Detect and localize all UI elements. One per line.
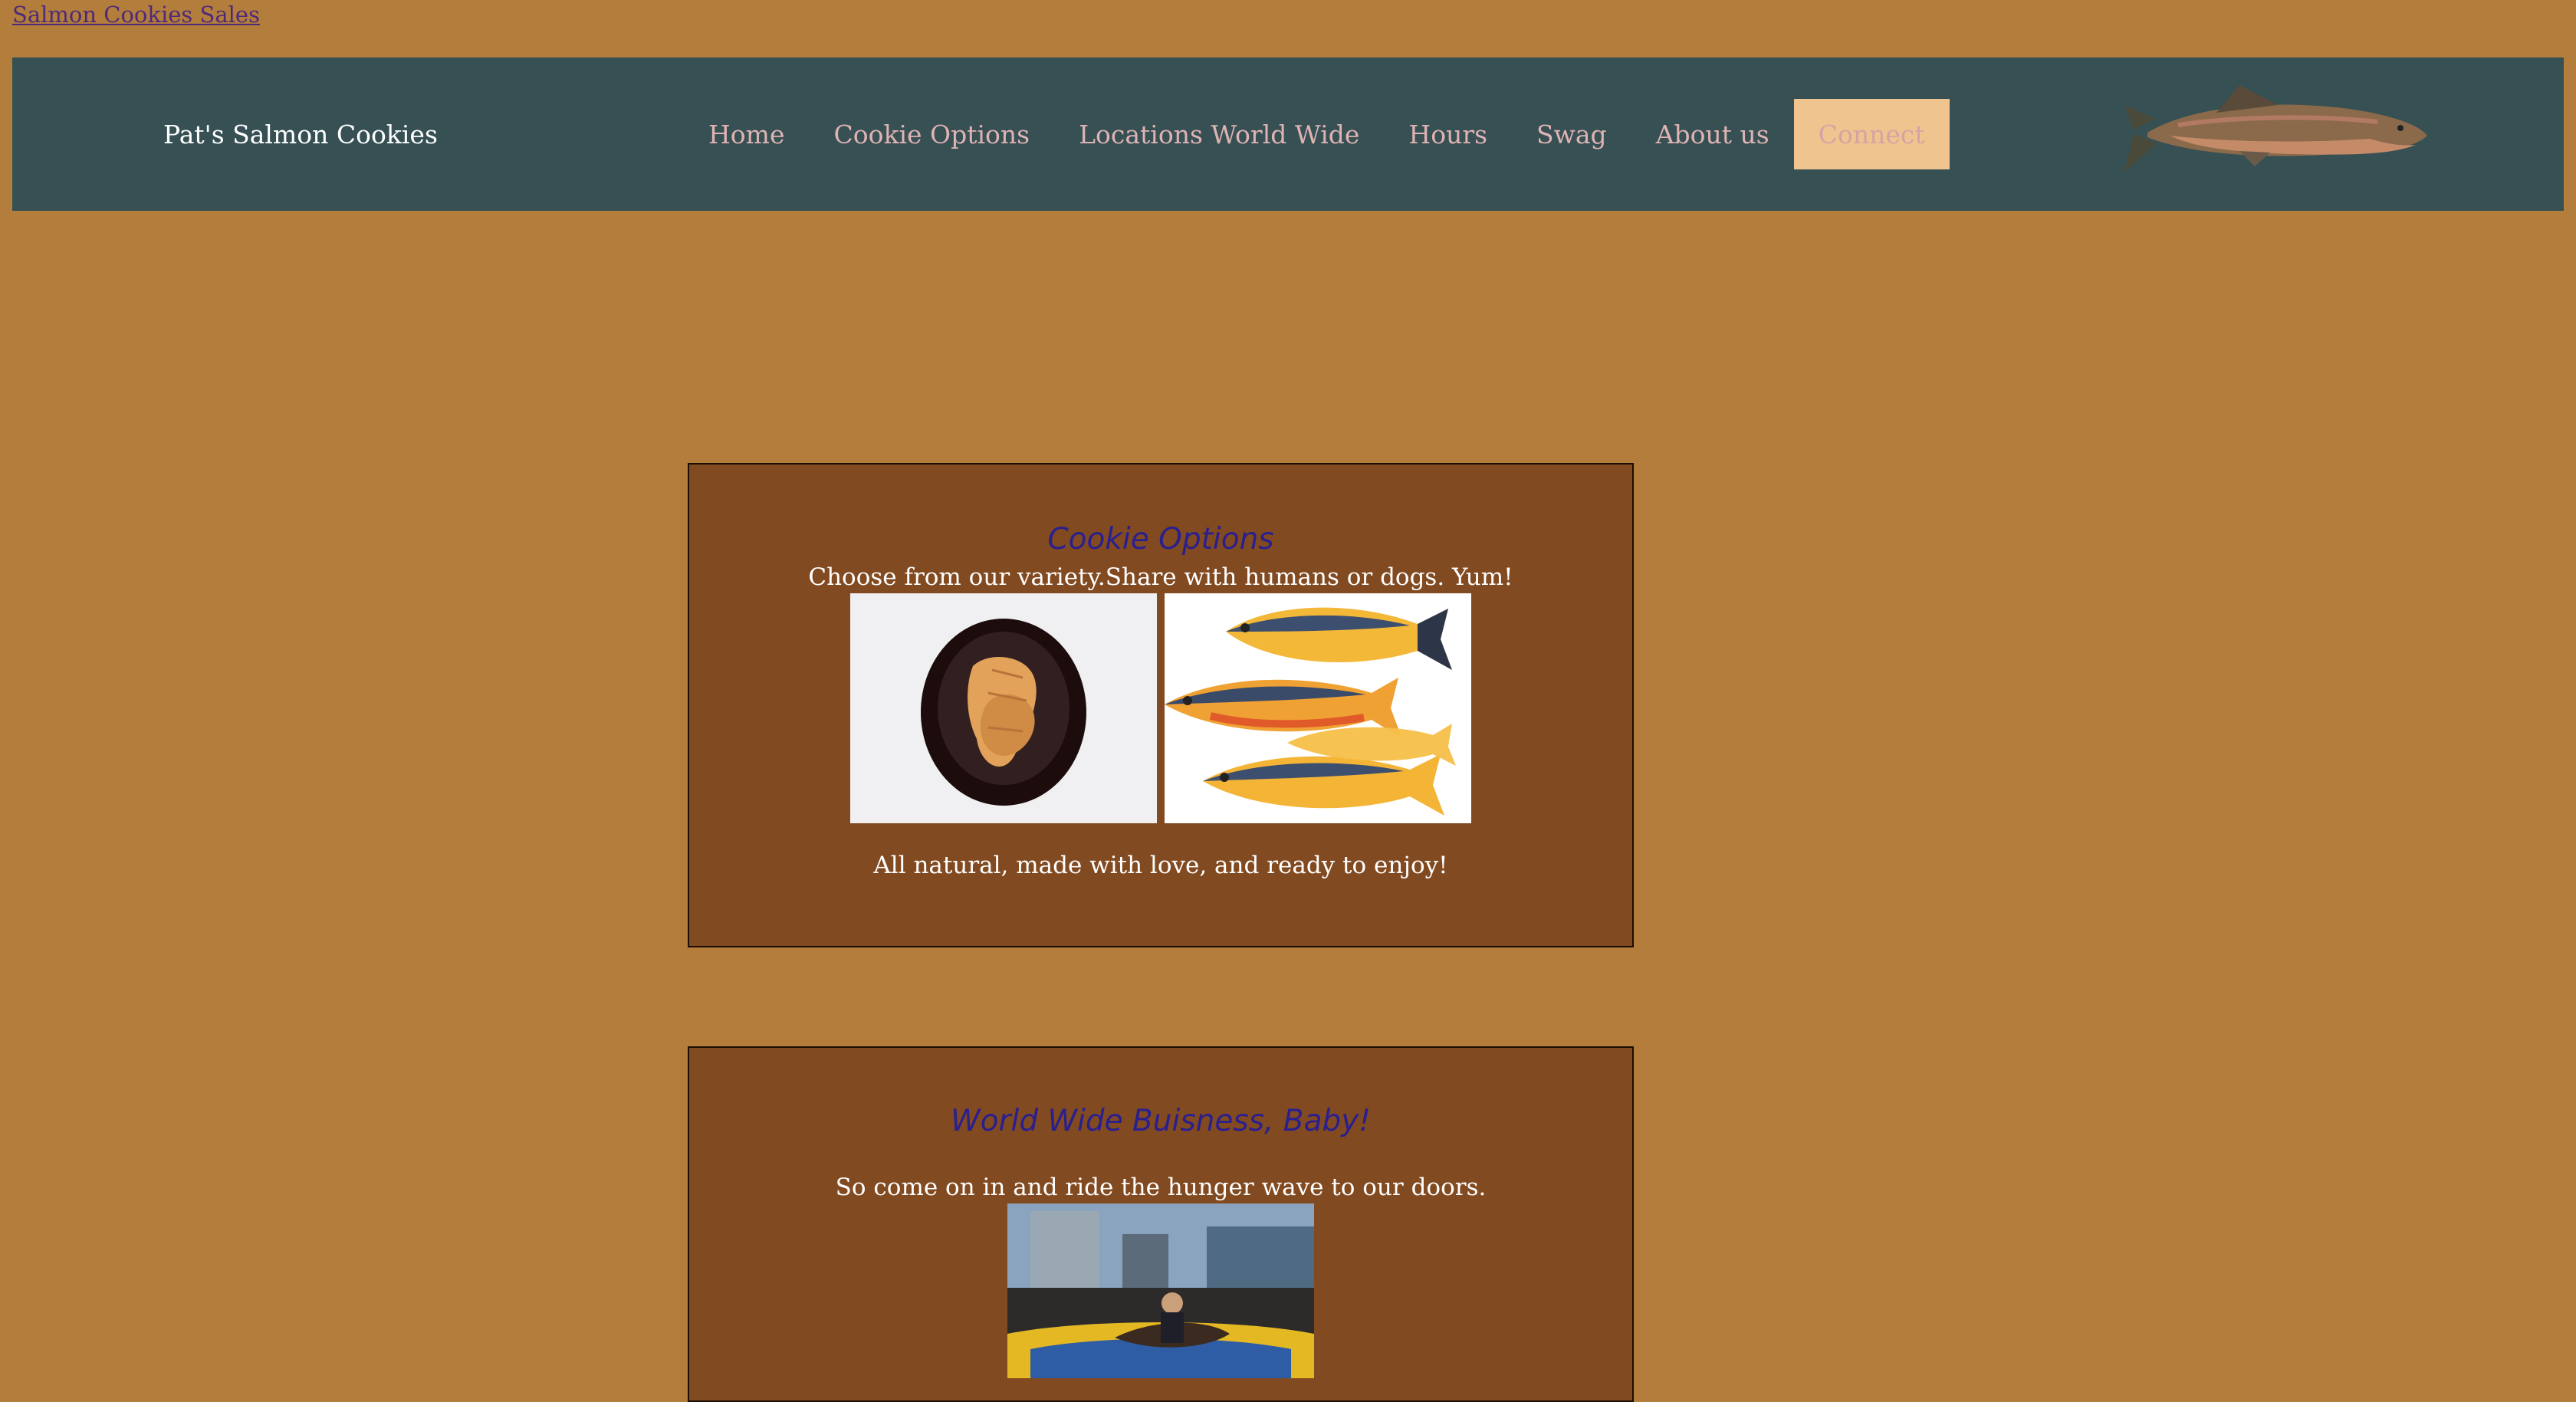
cookie-options-heading: Cookie Options	[1047, 522, 1274, 557]
brand-title[interactable]: Pat's Salmon Cookies	[163, 57, 438, 211]
navbar: Pat's Salmon Cookies Home Cookie Options…	[12, 57, 2564, 211]
painted-fish-image	[1165, 593, 1471, 823]
world-wide-heading: World Wide Buisness, Baby!	[951, 1104, 1371, 1138]
world-wide-card: World Wide Buisness, Baby! So come on in…	[688, 1046, 1634, 1402]
cookie-options-subtitle: Choose from our variety.Share with human…	[808, 563, 1513, 591]
nav-cookie-options[interactable]: Cookie Options	[833, 120, 1030, 149]
connect-button[interactable]: Connect	[1793, 99, 1950, 169]
nav-swag[interactable]: Swag	[1536, 120, 1607, 149]
nav-home[interactable]: Home	[708, 120, 784, 149]
cookie-images	[689, 593, 1632, 823]
nav-locations[interactable]: Locations World Wide	[1079, 120, 1359, 149]
cookie-options-card: Cookie Options Choose from our variety.S…	[688, 463, 1634, 947]
world-wide-subtitle: So come on in and ride the hunger wave t…	[835, 1174, 1487, 1201]
salmon-logo-icon	[2124, 85, 2427, 172]
salmon-cookies-sales-link[interactable]: Salmon Cookies Sales	[12, 2, 260, 28]
nav-hours[interactable]: Hours	[1408, 120, 1487, 149]
fish-cookies-plate-image	[850, 593, 1157, 823]
nav-links: Home Cookie Options Locations World Wide…	[708, 57, 1950, 211]
nav-about-us[interactable]: About us	[1656, 120, 1769, 149]
cookie-options-footer: All natural, made with love, and ready t…	[873, 852, 1448, 879]
salmon-ride-crowd-image	[1007, 1203, 1314, 1378]
